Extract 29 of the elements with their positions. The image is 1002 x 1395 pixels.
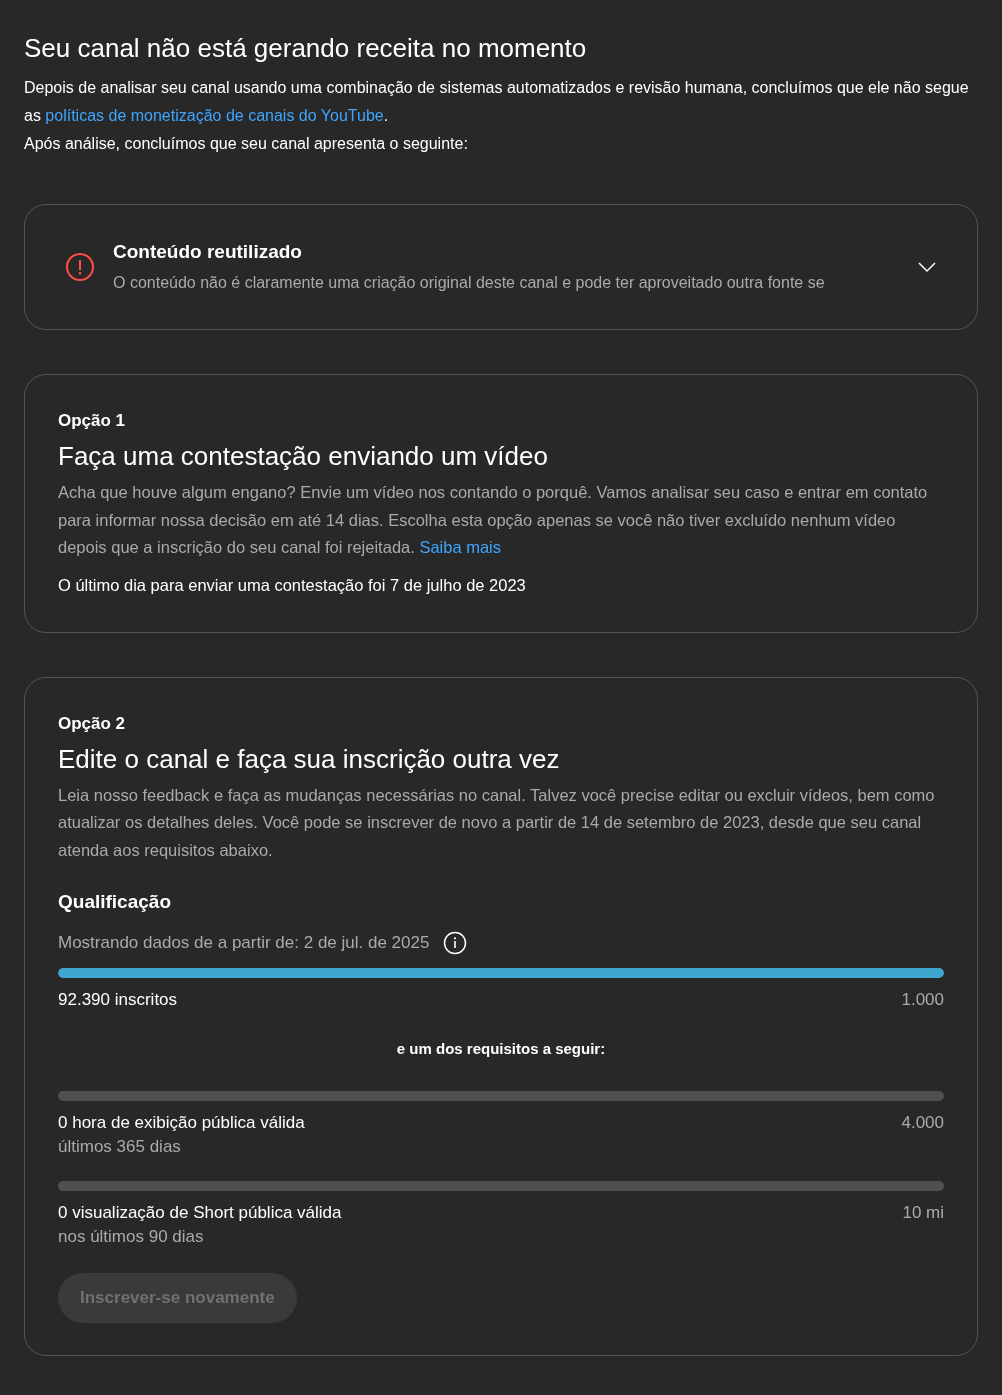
option-title: Edite o canal e faça sua inscrição outra vez: [58, 742, 561, 776]
issue-title: Conteúdo reutilizado: [113, 240, 303, 264]
requirement-target: 4.000: [901, 1111, 944, 1134]
intro-paragraph: Depois de analisar seu canal usando uma combinação de sistemas automatizados e revisão humana, concluímos que ele não segue as políticas de monetização de canais do YouTube.: [24, 78, 970, 126]
requirement-label: 0 visualização de Short pública válida: [58, 1201, 342, 1224]
option-description: Leia nosso feedback e faça as mudanças necessárias no canal. Talvez você precise editar ou excluir vídeos, bem como atualizar os detalhes deles. Você pode se inscrever de novo a partir de 14 de setembro de 2023, desde que seu canal atenda aos requisitos abaixo.: [58, 784, 936, 861]
issue-description: O conteúdo não é claramente uma criação original deste canal e pode ter aproveitado outra fonte se: [113, 273, 826, 293]
policy-link[interactable]: políticas de monetização de canais do YouTube: [45, 107, 384, 124]
requirement-label: 0 hora de exibição pública válida: [58, 1111, 305, 1134]
option-title: Faça uma contestação enviando um vídeo: [58, 440, 549, 473]
learn-more-link[interactable]: Saiba mais: [419, 538, 502, 556]
option-label: Opção 1: [58, 410, 127, 432]
alert-icon: [65, 252, 95, 282]
chevron-icon[interactable]: [917, 261, 937, 273]
data-date-note: Mostrando dados de a partir de: 2 de jul. de 2025: [58, 932, 430, 954]
page-title: Seu canal não está gerando receita no momento: [24, 32, 588, 64]
requirement-period: últimos 365 dias: [58, 1135, 182, 1158]
requirement-target: 1.000: [901, 989, 944, 1011]
requirement-target: 10 mi: [902, 1201, 944, 1224]
option-description: Acha que houve algum engano? Envie um vídeo nos contando o porquê. Vamos analisar seu caso e entrar em contato para informar nossa decisão em até 14 dias. Escolha esta opção apenas se você não tiver excluído nenhum vídeo depois que a inscrição do seu canal foi rejeitada. Saiba mais: [58, 482, 929, 558]
deadline-note: O último dia para enviar uma contestação foi 7 de julho de 2023: [58, 574, 527, 596]
requirement-period: nos últimos 90 dias: [58, 1225, 205, 1248]
qualification-title: Qualificação: [58, 890, 172, 914]
issue-card[interactable]: Conteúdo reutilizado O conteúdo não é claramente uma criação original deste canal e pode ter aproveitado outra fonte se: [24, 204, 978, 330]
option-label: Opção 2: [58, 712, 127, 735]
requirements-separator: e um dos requisitos a seguir:: [396, 1039, 606, 1059]
summary-text: Após análise, concluímos que seu canal apresenta o seguinte:: [24, 134, 469, 154]
info-icon[interactable]: [443, 931, 468, 955]
requirement-label: 92.390 inscritos: [58, 989, 178, 1011]
